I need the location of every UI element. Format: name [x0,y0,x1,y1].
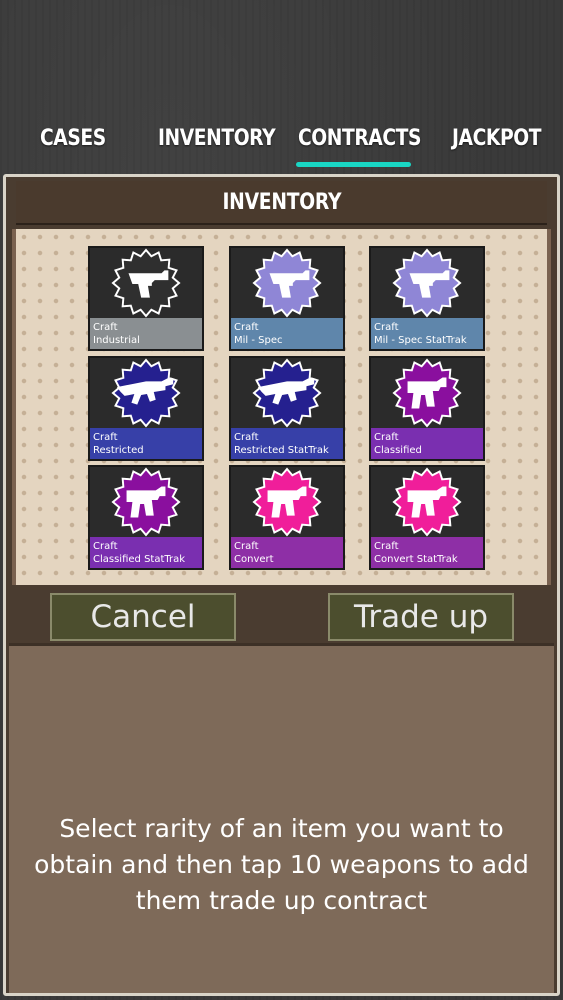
active-tab-indicator [296,162,411,167]
rarity-name: Classified [374,445,422,456]
rarity-label: Craft Convert StatTrak [371,537,483,568]
weapon-badge [90,358,202,428]
rarity-label: Craft Industrial [90,318,202,349]
weapon-badge [231,358,343,428]
craft-card[interactable]: Craft Classified StatTrak [88,465,204,570]
craft-card[interactable]: Craft Industrial [88,246,204,351]
inventory-header: INVENTORY [16,181,547,225]
weapon-badge [371,467,483,537]
tab-inventory[interactable]: INVENTORY [158,126,276,151]
top-nav-tabs: CASES INVENTORY CONTRACTS JACKPOT [0,118,563,168]
rarity-name: Mil - Spec StatTrak [374,335,467,346]
smg-icon [111,467,181,537]
pistol-icon [252,248,322,318]
craft-card[interactable]: Craft Mil - Spec [229,246,345,351]
craft-label: Craft [234,541,259,552]
craft-card[interactable]: Craft Convert [229,465,345,570]
rarity-name: Restricted [93,445,144,456]
craft-label: Craft [234,432,259,443]
tab-cases[interactable]: CASES [40,126,106,151]
tab-jackpot[interactable]: JACKPOT [452,126,541,151]
rarity-label: Craft Convert [231,537,343,568]
rarity-label: Craft Classified [371,428,483,459]
craft-card[interactable]: Craft Classified [369,356,485,461]
action-bar: Cancel Trade up [12,585,551,643]
craft-label: Craft [374,432,399,443]
rarity-label: Craft Classified StatTrak [90,537,202,568]
craft-label: Craft [93,432,118,443]
pistol-icon [392,248,462,318]
rifle-icon [111,358,181,428]
inventory-title: INVENTORY [222,189,341,215]
weapon-badge [231,467,343,537]
rarity-name: Restricted StatTrak [234,445,329,456]
craft-label: Craft [93,541,118,552]
tab-contracts[interactable]: CONTRACTS [298,126,421,151]
craft-card[interactable]: Craft Restricted [88,356,204,461]
rarity-name: Mil - Spec [234,335,283,346]
instructions-panel: Select rarity of an item you want to obt… [9,643,554,993]
rarity-label: Craft Restricted [90,428,202,459]
rifle-icon [252,358,322,428]
craft-label: Craft [93,322,118,333]
smg-icon [392,358,462,428]
contracts-frame: INVENTORY Craft Industrial Craft Mil - Spec… [3,174,560,996]
rarity-label: Craft Restricted StatTrak [231,428,343,459]
trade-up-button[interactable]: Trade up [328,593,514,641]
craft-card[interactable]: Craft Mil - Spec StatTrak [369,246,485,351]
pistol-icon [111,248,181,318]
weapon-badge [90,248,202,318]
weapon-badge [371,248,483,318]
craft-label: Craft [234,322,259,333]
craft-card[interactable]: Craft Convert StatTrak [369,465,485,570]
rarity-name: Convert StatTrak [374,554,458,565]
weapon-badge [231,248,343,318]
rarity-label: Craft Mil - Spec [231,318,343,349]
weapon-badge [371,358,483,428]
weapon-badge [90,467,202,537]
instructions-text: Select rarity of an item you want to obt… [34,813,529,915]
craft-label: Craft [374,322,399,333]
craft-card[interactable]: Craft Restricted StatTrak [229,356,345,461]
smg-icon [252,467,322,537]
rarity-name: Industrial [93,335,140,346]
cancel-button[interactable]: Cancel [50,593,236,641]
craft-label: Craft [374,541,399,552]
rarity-name: Convert [234,554,274,565]
rarity-name: Classified StatTrak [93,554,186,565]
smg-icon [392,467,462,537]
inventory-grid: Craft Industrial Craft Mil - Spec Craft Mil -… [12,229,551,585]
rarity-label: Craft Mil - Spec StatTrak [371,318,483,349]
